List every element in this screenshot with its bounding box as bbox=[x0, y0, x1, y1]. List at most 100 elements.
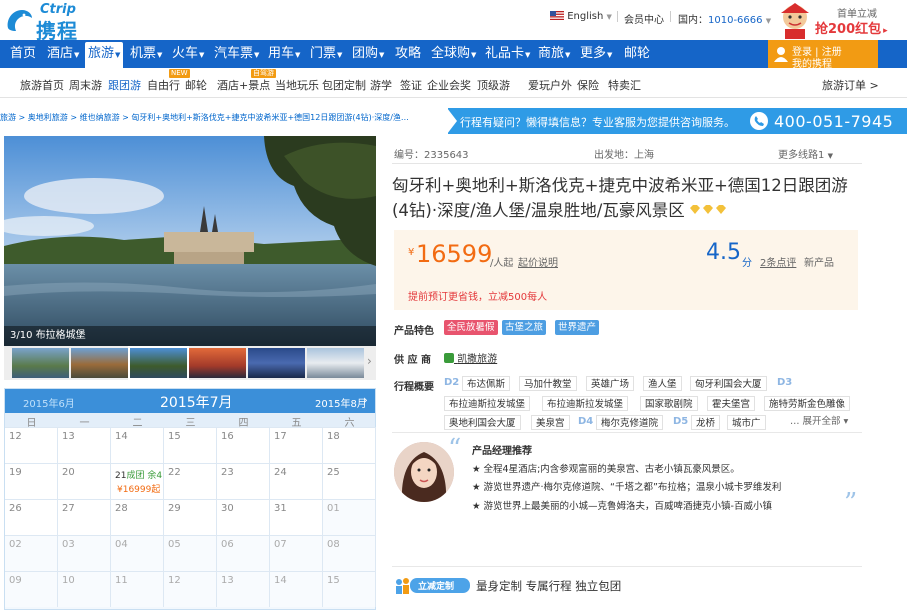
main-nav-item[interactable]: 门票▼ bbox=[310, 40, 342, 68]
main-nav-item[interactable]: 更多▼ bbox=[580, 40, 612, 68]
itinerary-spot[interactable]: 龙桥 bbox=[691, 415, 721, 430]
thumbnail-active[interactable] bbox=[128, 346, 189, 380]
login-button[interactable]: 登录 | 注册 我的携程 bbox=[768, 40, 878, 70]
itinerary-spot[interactable]: 匈牙利国会大厦 bbox=[690, 376, 767, 391]
calendar-day: 13 bbox=[58, 427, 111, 463]
product-number: 编号：2335643 bbox=[394, 150, 469, 161]
custom-tour-banner[interactable]: 立减定制 量身定制 专属行程 独立包团 bbox=[394, 574, 864, 598]
weekday-row: 日一二三四五六 bbox=[5, 413, 375, 429]
travel-orders-link[interactable]: 旅游订单 > bbox=[822, 77, 879, 93]
day-number: 29 bbox=[168, 503, 181, 514]
dolphin-logo-icon bbox=[7, 10, 32, 31]
prev-month-button[interactable]: 2015年6月 bbox=[23, 395, 75, 410]
diamond-rating-icon bbox=[690, 198, 730, 222]
itinerary-spot[interactable]: 梅尔克修道院 bbox=[596, 415, 664, 430]
next-month-button[interactable]: 2015年8月 bbox=[315, 395, 367, 410]
sub-nav-item[interactable]: 保险 bbox=[577, 77, 599, 93]
sub-nav-item[interactable]: 当地玩乐 bbox=[275, 77, 319, 93]
sub-nav-item[interactable]: 邮轮 bbox=[185, 77, 207, 93]
expand-all-button[interactable]: … 展开全部 ▾ bbox=[790, 413, 848, 427]
main-nav-item[interactable]: 酒店▼ bbox=[47, 40, 79, 68]
red-packet-promo[interactable]: 首单立减 抢200红包 ▸ bbox=[775, 0, 907, 40]
main-nav-item[interactable]: 全球购▼ bbox=[431, 40, 476, 68]
sub-nav-item[interactable]: 企业会奖 bbox=[427, 77, 471, 93]
more-routes-dropdown[interactable]: 更多线路1 ▼ bbox=[778, 146, 833, 161]
calendar-day: 11 bbox=[111, 571, 164, 607]
help-text: 行程有疑问？懒得填信息？专业客服为您提供咨询服务。 bbox=[460, 116, 735, 129]
rating-score: 4.5 bbox=[706, 240, 741, 265]
us-flag-icon bbox=[550, 11, 564, 20]
day-number: 14 bbox=[274, 575, 287, 586]
feature-tag[interactable]: 古堡之旅 bbox=[502, 320, 547, 335]
supplier-label: 供 应 商 bbox=[394, 355, 431, 366]
sub-nav-item[interactable]: 旅游首页 bbox=[20, 77, 64, 93]
feature-tag[interactable]: 世界遗产 bbox=[555, 320, 600, 335]
itinerary-spot[interactable]: 马加什教堂 bbox=[519, 376, 577, 391]
sub-nav-item[interactable]: 酒店+景点 bbox=[217, 77, 270, 93]
departure-city: 出发地：上海 bbox=[594, 150, 654, 161]
price-box: ¥ 16599 /人起 起价说明 4.5 分 2条点评 新产品 提前预订更省钱，… bbox=[394, 230, 858, 310]
main-nav-item[interactable]: 汽车票▼ bbox=[214, 40, 259, 68]
itinerary-spot[interactable]: 布拉迪斯拉发城堡 bbox=[444, 396, 531, 411]
language-selector[interactable]: English ▼ bbox=[550, 11, 612, 22]
itinerary-spot[interactable]: 美泉宫 bbox=[531, 415, 570, 430]
member-center-link[interactable]: 会员中心 bbox=[624, 11, 664, 26]
main-nav-item[interactable]: 用车▼ bbox=[268, 40, 300, 68]
itinerary-spot[interactable]: 城市广 bbox=[727, 415, 766, 430]
chevron-right-icon[interactable]: › bbox=[367, 354, 372, 368]
sub-nav-item[interactable]: 签证 bbox=[400, 77, 422, 93]
calendar-day: 01 bbox=[323, 499, 376, 535]
breadcrumb[interactable]: 旅游 > 奥地利旅游 > 维也纳旅游 > 匈牙利+奥地利+斯洛伐克+捷克中波希米… bbox=[0, 108, 450, 132]
chevron-down-icon: ▼ bbox=[74, 51, 80, 59]
itinerary-spot[interactable]: 渔人堡 bbox=[643, 376, 682, 391]
sub-nav-item[interactable]: 爱玩户外 bbox=[528, 77, 572, 93]
domestic-phone[interactable]: 国内：1010-6666 ▼ bbox=[678, 11, 771, 26]
itinerary-spot[interactable]: 布达佩斯 bbox=[462, 376, 511, 391]
calendar-day[interactable]: 21成团 余4 ¥16999起 bbox=[111, 463, 164, 499]
main-nav-item[interactable]: 商旅▼ bbox=[538, 40, 570, 68]
itinerary-spot[interactable]: 国家歌剧院 bbox=[640, 396, 698, 411]
calendar-day: 15 bbox=[164, 427, 217, 463]
itinerary-spot[interactable]: 布拉迪斯拉发城堡 bbox=[542, 396, 629, 411]
main-nav-item[interactable]: 首页 bbox=[10, 40, 36, 68]
main-nav-item[interactable]: 邮轮 bbox=[624, 40, 650, 68]
chevron-right-icon[interactable]: › bbox=[363, 393, 368, 407]
itinerary-spot[interactable]: 英雄广场 bbox=[586, 376, 635, 391]
itinerary-day-label: D2 bbox=[444, 377, 460, 388]
ctrip-logo[interactable]: Ctrip 携程 bbox=[4, 2, 96, 43]
main-nav-item[interactable]: 旅游▼ bbox=[85, 42, 124, 68]
main-nav-item[interactable]: 团购▼ bbox=[352, 40, 384, 68]
price-explanation-link[interactable]: 起价说明 bbox=[518, 254, 558, 269]
itinerary-spot[interactable]: 霍夫堡宫 bbox=[707, 396, 756, 411]
itinerary-spot[interactable]: 奥地利国会大厦 bbox=[444, 415, 521, 430]
sub-nav-item[interactable]: 游学 bbox=[370, 77, 392, 93]
sub-nav-item[interactable]: 自由行 bbox=[147, 77, 180, 93]
prague-castle-photo bbox=[4, 136, 376, 346]
main-nav-item[interactable]: 攻略 bbox=[395, 40, 421, 68]
reviews-link[interactable]: 2条点评 bbox=[760, 254, 796, 269]
sub-nav-item[interactable]: 特卖汇 bbox=[608, 77, 641, 93]
day-number: 06 bbox=[221, 539, 234, 550]
main-nav-item[interactable]: 机票▼ bbox=[130, 40, 162, 68]
supplier-link[interactable]: 凯撒旅游 bbox=[444, 350, 497, 365]
thumbnail[interactable] bbox=[189, 348, 246, 378]
sub-nav-item[interactable]: 周末游 bbox=[69, 77, 102, 93]
sub-nav-item[interactable]: 顶级游 bbox=[477, 77, 510, 93]
day-number: 19 bbox=[9, 467, 22, 478]
language-label: English bbox=[567, 11, 604, 22]
calendar-day: 19 bbox=[5, 463, 58, 499]
thumbnail[interactable] bbox=[307, 348, 364, 378]
thumbnail[interactable] bbox=[71, 348, 128, 378]
itinerary-spot[interactable]: 施特劳斯金色雕像 bbox=[764, 396, 851, 411]
product-photo[interactable]: 3/10 布拉格城堡 bbox=[4, 136, 376, 346]
calendar-day: 30 bbox=[217, 499, 270, 535]
main-nav-item[interactable]: 火车▼ bbox=[172, 40, 204, 68]
sub-nav-item[interactable]: 包团定制 bbox=[322, 77, 366, 93]
thumbnail[interactable] bbox=[12, 348, 69, 378]
main-nav-item[interactable]: 礼品卡▼ bbox=[485, 40, 530, 68]
chevron-down-icon: ▼ bbox=[157, 51, 163, 59]
sub-nav-item[interactable]: 跟团游 bbox=[108, 77, 141, 93]
feature-tag[interactable]: 全民放暑假 bbox=[444, 320, 498, 335]
thumbnail[interactable] bbox=[248, 348, 305, 378]
features-label: 产品特色 bbox=[394, 326, 434, 337]
